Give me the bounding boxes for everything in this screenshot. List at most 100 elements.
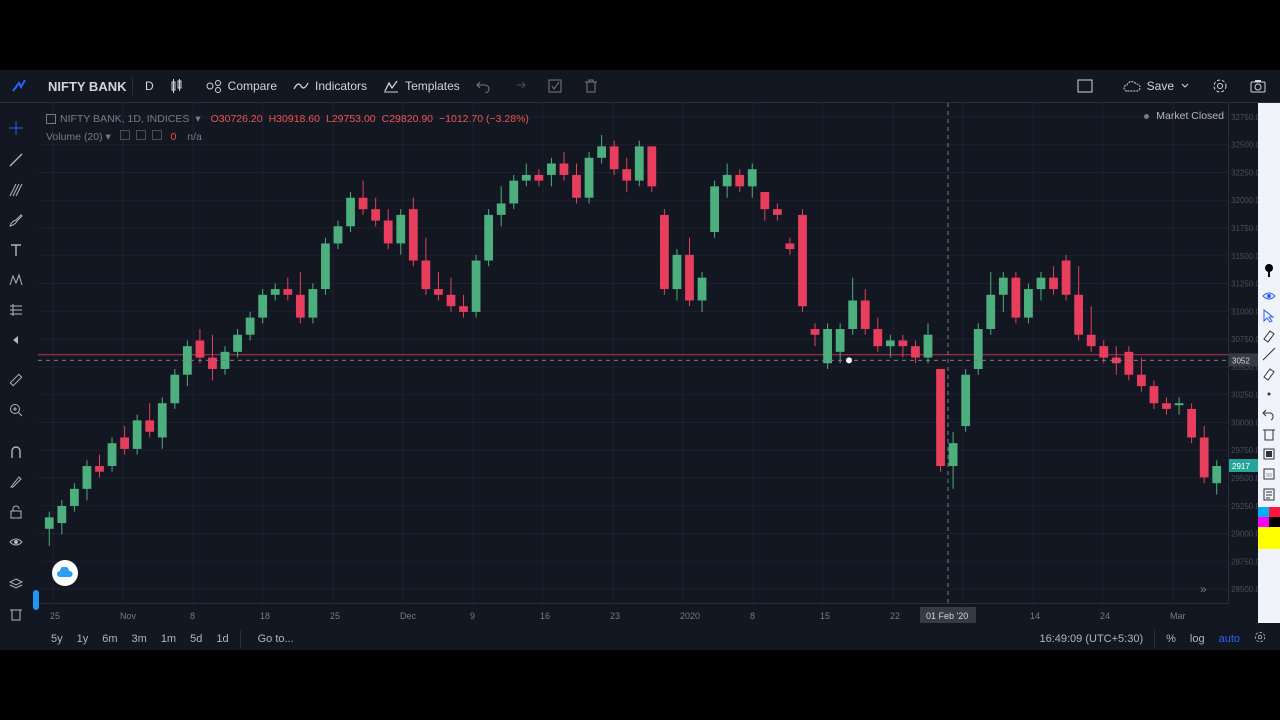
- price-tick-label: 32500.00: [1231, 141, 1259, 150]
- object-tree-tool[interactable]: [6, 574, 26, 594]
- log-toggle[interactable]: log: [1183, 633, 1212, 645]
- indicators-button[interactable]: Indicators: [285, 70, 375, 102]
- eye-icon[interactable]: [1262, 289, 1276, 303]
- chart-settings-button[interactable]: [1247, 631, 1280, 646]
- highlighter-icon[interactable]: [1262, 367, 1276, 381]
- color-swatches[interactable]: [1258, 507, 1280, 549]
- zoom-tool[interactable]: [6, 400, 26, 420]
- redo-button[interactable]: [504, 70, 540, 102]
- candle-body: [170, 374, 180, 404]
- snapshot-button[interactable]: [1242, 70, 1280, 102]
- price-tick-label: 28500.00: [1231, 585, 1259, 594]
- clock-time[interactable]: 16:49:09 (UTC+5:30): [1032, 633, 1150, 645]
- candle-body: [195, 340, 205, 358]
- eye-toggle-icon[interactable]: [119, 130, 130, 140]
- line-icon[interactable]: [1262, 347, 1276, 361]
- collapse-legend-icon[interactable]: [46, 114, 56, 124]
- auto-toggle[interactable]: auto: [1212, 633, 1247, 645]
- range-1d[interactable]: 1d: [209, 633, 235, 645]
- candle-body: [421, 260, 431, 290]
- time-tick-label: Nov: [120, 611, 137, 621]
- prediction-tool[interactable]: [6, 300, 26, 320]
- brush-icon: [9, 214, 23, 227]
- templates-icon: [384, 80, 399, 93]
- delete-button[interactable]: [576, 70, 612, 102]
- percent-toggle[interactable]: %: [1159, 633, 1183, 645]
- measure-tool[interactable]: [6, 370, 26, 390]
- lock-tool[interactable]: [6, 502, 26, 522]
- crosshair-tool[interactable]: [6, 118, 26, 138]
- price-axis[interactable]: 32750.00 32500.00 32250.00 32000.00 31750.00…: [1228, 103, 1265, 603]
- palette-icon[interactable]: [1262, 467, 1276, 481]
- alert-button[interactable]: [540, 70, 576, 102]
- range-1m[interactable]: 1m: [154, 633, 183, 645]
- collapse-tools[interactable]: [6, 330, 26, 350]
- candle-body: [509, 180, 519, 204]
- layout-button[interactable]: [1069, 70, 1107, 102]
- settings-icon[interactable]: [1262, 447, 1276, 461]
- market-status: Market Closed: [1144, 110, 1224, 122]
- chart-type-button[interactable]: [162, 70, 198, 102]
- volume-label[interactable]: Volume (20): [46, 131, 103, 143]
- eraser-icon[interactable]: [1262, 329, 1276, 343]
- settings-button[interactable]: [1204, 70, 1242, 102]
- candle-body: [1199, 437, 1209, 478]
- hide-drawings-tool[interactable]: [6, 532, 26, 552]
- trendline-tool[interactable]: [6, 150, 26, 170]
- text-tool[interactable]: [6, 240, 26, 260]
- chart-pane[interactable]: »: [38, 103, 1228, 603]
- price-tick-label: 31500.00: [1231, 252, 1259, 261]
- trash-icon[interactable]: [1262, 427, 1276, 441]
- stay-drawing-tool[interactable]: [6, 472, 26, 492]
- logo-icon[interactable]: [6, 70, 38, 102]
- undo-button[interactable]: [468, 70, 504, 102]
- scroll-handle[interactable]: [33, 590, 39, 610]
- candle-body: [245, 317, 255, 335]
- color-swatch[interactable]: [1269, 517, 1280, 527]
- magnet-tool[interactable]: [6, 442, 26, 462]
- gear-icon[interactable]: [135, 130, 146, 140]
- candle-body: [547, 163, 556, 175]
- color-swatch[interactable]: [1258, 517, 1269, 527]
- range-1y[interactable]: 1y: [70, 633, 96, 645]
- brush-tool[interactable]: [6, 210, 26, 230]
- chart-legend: NIFTY BANK, 1D, INDICES ▾ O30726.20 H309…: [46, 113, 535, 125]
- range-6m[interactable]: 6m: [95, 633, 124, 645]
- pin-icon[interactable]: [1262, 263, 1276, 277]
- save-button[interactable]: Save: [1115, 70, 1204, 102]
- caret-down-icon[interactable]: ▾: [195, 113, 200, 125]
- candlestick-chart[interactable]: »: [38, 103, 1228, 603]
- close-icon[interactable]: [151, 130, 162, 140]
- price-axis-labels: 32750.00 32500.00 32250.00 32000.00 31750.00…: [1229, 113, 1265, 594]
- remove-drawings-tool[interactable]: [6, 604, 26, 624]
- color-swatch[interactable]: [1269, 507, 1280, 517]
- compare-button[interactable]: Compare: [198, 70, 285, 102]
- color-swatch[interactable]: [1258, 507, 1269, 517]
- templates-button[interactable]: Templates: [375, 70, 468, 102]
- price-tick-label: 30750.00: [1231, 335, 1259, 344]
- color-swatch[interactable]: [1258, 527, 1280, 549]
- undo-icon[interactable]: [1262, 407, 1276, 421]
- time-axis[interactable]: 25Nov81825Dec9162320208152271424Mar01 Fe…: [38, 603, 1228, 628]
- legend-title[interactable]: NIFTY BANK, 1D, INDICES: [60, 113, 189, 125]
- range-5d[interactable]: 5d: [183, 633, 209, 645]
- fib-tool[interactable]: [6, 180, 26, 200]
- candle-body: [798, 214, 807, 307]
- time-tick-label: 25: [330, 611, 340, 621]
- cursor-icon[interactable]: [1262, 308, 1276, 323]
- tradingview-widget-button[interactable]: [52, 560, 78, 586]
- caret-down-icon[interactable]: ▾: [106, 131, 111, 143]
- goto-button[interactable]: Go to...: [251, 633, 301, 645]
- time-axis-labels: 25Nov81825Dec9162320208152271424Mar01 Fe…: [50, 607, 1186, 623]
- clipboard-icon[interactable]: [1262, 487, 1276, 501]
- divider: [1154, 629, 1156, 648]
- candle-body: [1174, 403, 1184, 406]
- dot-icon[interactable]: [1262, 387, 1276, 401]
- pattern-tool[interactable]: [6, 270, 26, 290]
- candle-body: [735, 174, 745, 187]
- interval-button[interactable]: D: [137, 70, 162, 102]
- range-3m[interactable]: 3m: [125, 633, 154, 645]
- trend-line-icon: [9, 153, 23, 167]
- candle-body: [270, 289, 280, 295]
- range-5y[interactable]: 5y: [44, 633, 70, 645]
